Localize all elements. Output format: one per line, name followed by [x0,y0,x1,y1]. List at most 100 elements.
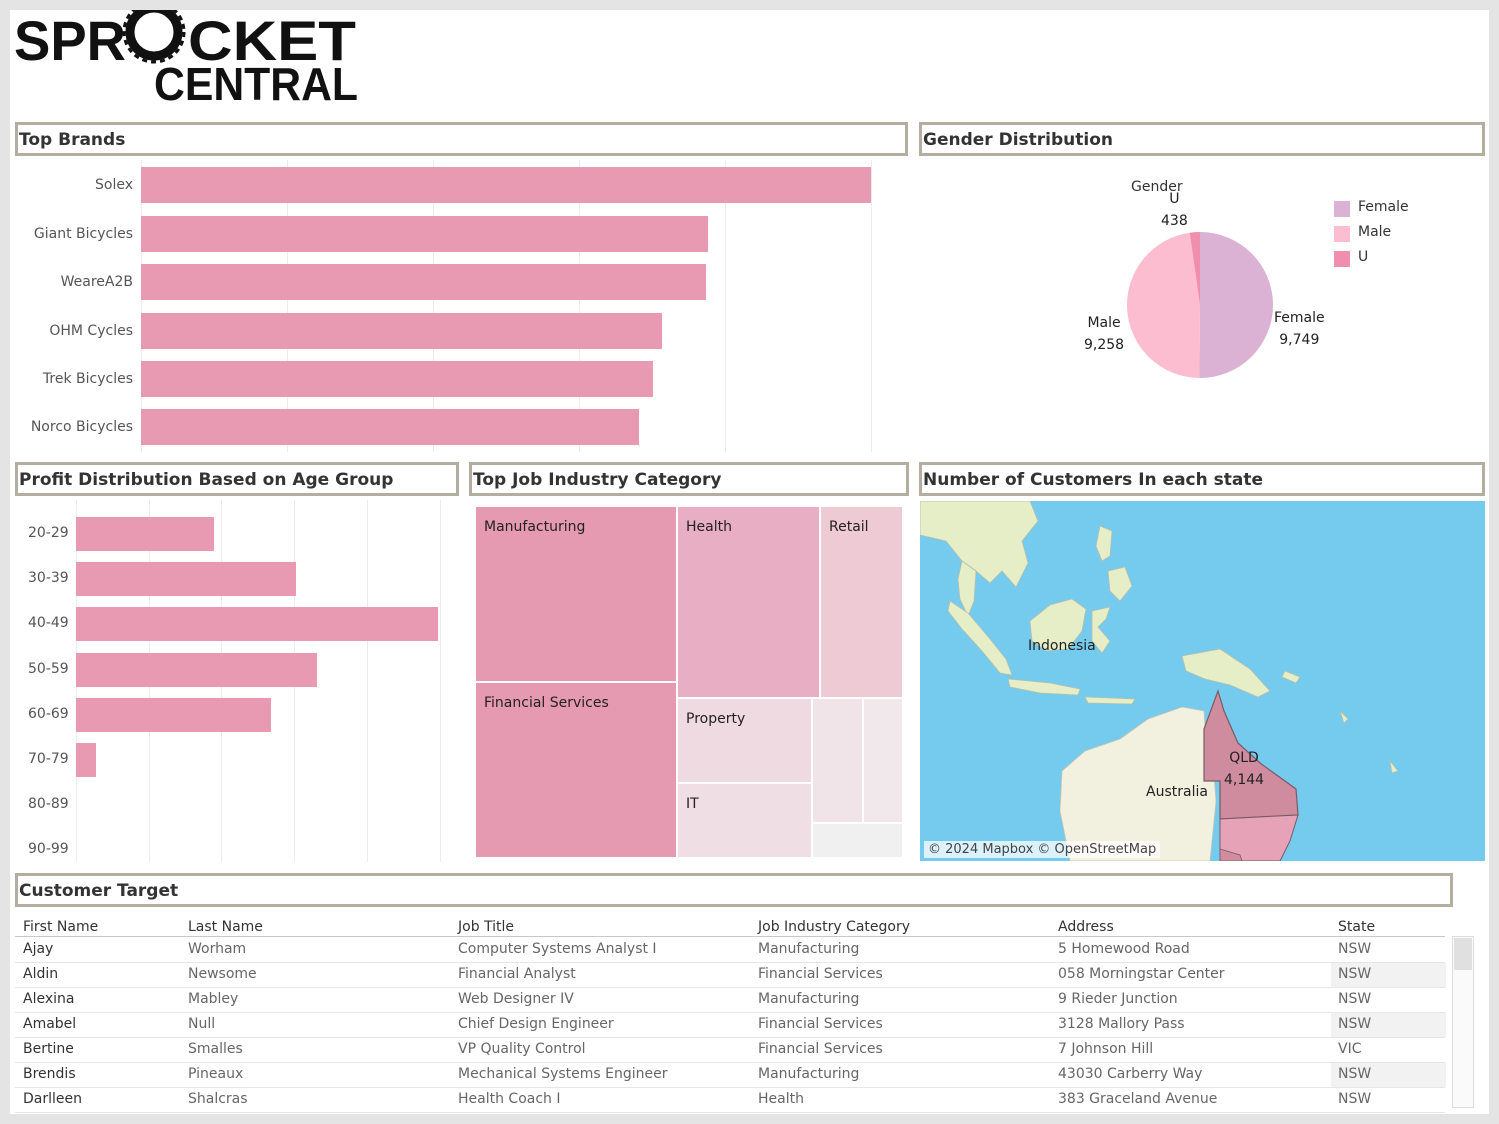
column-header-last-name[interactable]: Last Name [188,919,263,935]
age-bar[interactable] [76,697,271,732]
column-header-job-title[interactable]: Job Title [458,919,514,935]
age-profit-title: Profit Distribution Based on Age Group [15,462,459,496]
table-cell: Pineaux [188,1066,244,1082]
svg-text:SPR: SPR [14,10,126,72]
table-cell: NSW [1338,966,1372,982]
brand-bar[interactable] [141,264,706,300]
treemap-cell-property[interactable]: Property [677,698,812,783]
pie-label-male-value: 9,258 [1084,337,1125,353]
table-row[interactable]: Aldin Newsome Financial Analyst Financial S… [15,963,1446,988]
table-cell: NSW [1338,1091,1372,1107]
pie-label-female-name: Female [1274,310,1325,326]
treemap-label-it: IT [686,796,699,812]
age-gridline [439,500,441,862]
table-cell: Mechanical Systems Engineer [458,1066,668,1082]
column-header-job-industry[interactable]: Job Industry Category [758,919,910,935]
table-row[interactable]: Alexina Mabley Web Designer IV Manufacturin… [15,988,1445,1013]
table-cell: NSW [1338,941,1372,957]
table-row[interactable]: Ajay Worham Computer Systems Analyst I Manu… [15,938,1445,963]
treemap-cell-other-2[interactable] [863,698,903,823]
table-cell: Chief Design Engineer [458,1016,614,1032]
age-bar[interactable] [76,607,439,642]
table-cell: Shalcras [188,1091,248,1107]
legend-label-female: Female [1358,199,1409,215]
age-profit-chart: 20-29 30-39 40-49 50-59 60-69 70-79 80-89 90-99 [15,500,460,862]
brand-bar[interactable] [141,361,654,397]
table-cell: Ajay [23,941,54,957]
treemap-cell-health[interactable]: Health [677,506,820,698]
brand-label: Giant Bicycles [33,226,133,242]
treemap-cell-financial-services[interactable]: Financial Services [475,682,677,858]
table-cell: Null [188,1016,216,1032]
brand-bar[interactable] [141,313,662,349]
legend-item-female[interactable]: Female [1334,199,1409,217]
column-header-address[interactable]: Address [1058,919,1114,935]
pie-slice-female[interactable] [1199,232,1273,378]
table-cell: Smalles [188,1041,243,1057]
table-cell: Computer Systems Analyst I [458,941,657,957]
treemap-label-property: Property [686,711,746,727]
table-cell: Financial Analyst [458,966,576,982]
table-row[interactable]: Bertine Smalles VP Quality Control Financia… [15,1038,1445,1063]
map-attribution[interactable]: © 2024 Mapbox © OpenStreetMap [924,841,1161,858]
treemap-cell-retail[interactable]: Retail [820,506,903,698]
brand-bar[interactable] [141,167,871,203]
table-cell: Manufacturing [758,991,860,1007]
table-cell: NSW [1338,991,1372,1007]
table-header: First Name Last Name Job Title Job Indus… [15,915,1445,937]
brand-bar[interactable] [141,409,640,445]
gender-distribution-title: Gender Distribution [919,122,1485,156]
customer-target-title: Customer Target [15,873,1453,907]
treemap-cell-other-3[interactable] [812,823,903,858]
column-header-first-name[interactable]: First Name [23,919,98,935]
age-group-label: 70-79 [28,751,69,767]
map-label-australia: Australia [1146,784,1208,800]
pie-label-female-value: 9,749 [1279,332,1320,348]
table-cell: 5 Homewood Road [1058,941,1190,957]
table-cell: VP Quality Control [458,1041,586,1057]
table-cell: Darlleen [23,1091,82,1107]
table-row[interactable]: Amabel Null Chief Design Engineer Financial… [15,1013,1446,1038]
table-cell: Amabel [23,1016,77,1032]
legend-item-male[interactable]: Male [1334,224,1391,242]
age-group-label: 20-29 [28,525,69,541]
legend-swatch-female [1334,201,1350,217]
table-cell: Worham [188,941,247,957]
table-row[interactable]: Darlleen Shalcras Health Coach I Health 383 … [15,1088,1445,1113]
brand-gridline [870,160,872,452]
legend-swatch-u [1334,251,1350,267]
customers-state-map[interactable]: Indonesia Australia QLD 4,144 © 2024 Map… [920,501,1485,861]
treemap-label-health: Health [686,519,732,535]
treemap-cell-other-1[interactable] [812,698,863,823]
treemap-cell-manufacturing[interactable]: Manufacturing [475,506,677,682]
age-group-label: 30-39 [28,570,69,587]
scrollbar-thumb[interactable] [1454,938,1472,970]
age-bar[interactable] [76,652,318,687]
age-group-label: 60-69 [28,705,69,722]
brand-label: Norco Bicycles [30,419,133,435]
age-bar[interactable] [76,743,96,777]
brand-label: Trek Bicycles [42,371,133,387]
map-label-indonesia: Indonesia [1028,638,1096,654]
column-header-state[interactable]: State [1338,919,1375,935]
table-scrollbar[interactable] [1452,936,1474,1108]
pie-slice-male[interactable] [1127,232,1200,378]
job-industry-treemap: Manufacturing Financial Services Health … [475,506,903,858]
table-row[interactable]: Brendis Pineaux Mechanical Systems Enginee… [15,1063,1446,1088]
brand-bar[interactable] [141,216,708,252]
table-cell: Financial Services [758,966,883,982]
age-bar[interactable] [76,562,297,597]
legend-item-u[interactable]: U [1334,249,1368,267]
map-label-qld: QLD 4,144 [1224,747,1264,791]
table-cell: Manufacturing [758,1066,860,1082]
table-cell: VIC [1338,1041,1362,1057]
age-bar[interactable] [76,517,215,551]
treemap-cell-it[interactable]: IT [677,783,812,858]
table-cell: Aldin [23,966,59,982]
table-cell: Mabley [188,991,239,1007]
pie-label-u: U 438 [1161,188,1188,232]
age-gridline [366,500,368,862]
table-cell: Brendis [23,1066,76,1082]
age-group-label: 80-89 [28,796,69,813]
map-label-qld-name: QLD [1229,750,1259,766]
